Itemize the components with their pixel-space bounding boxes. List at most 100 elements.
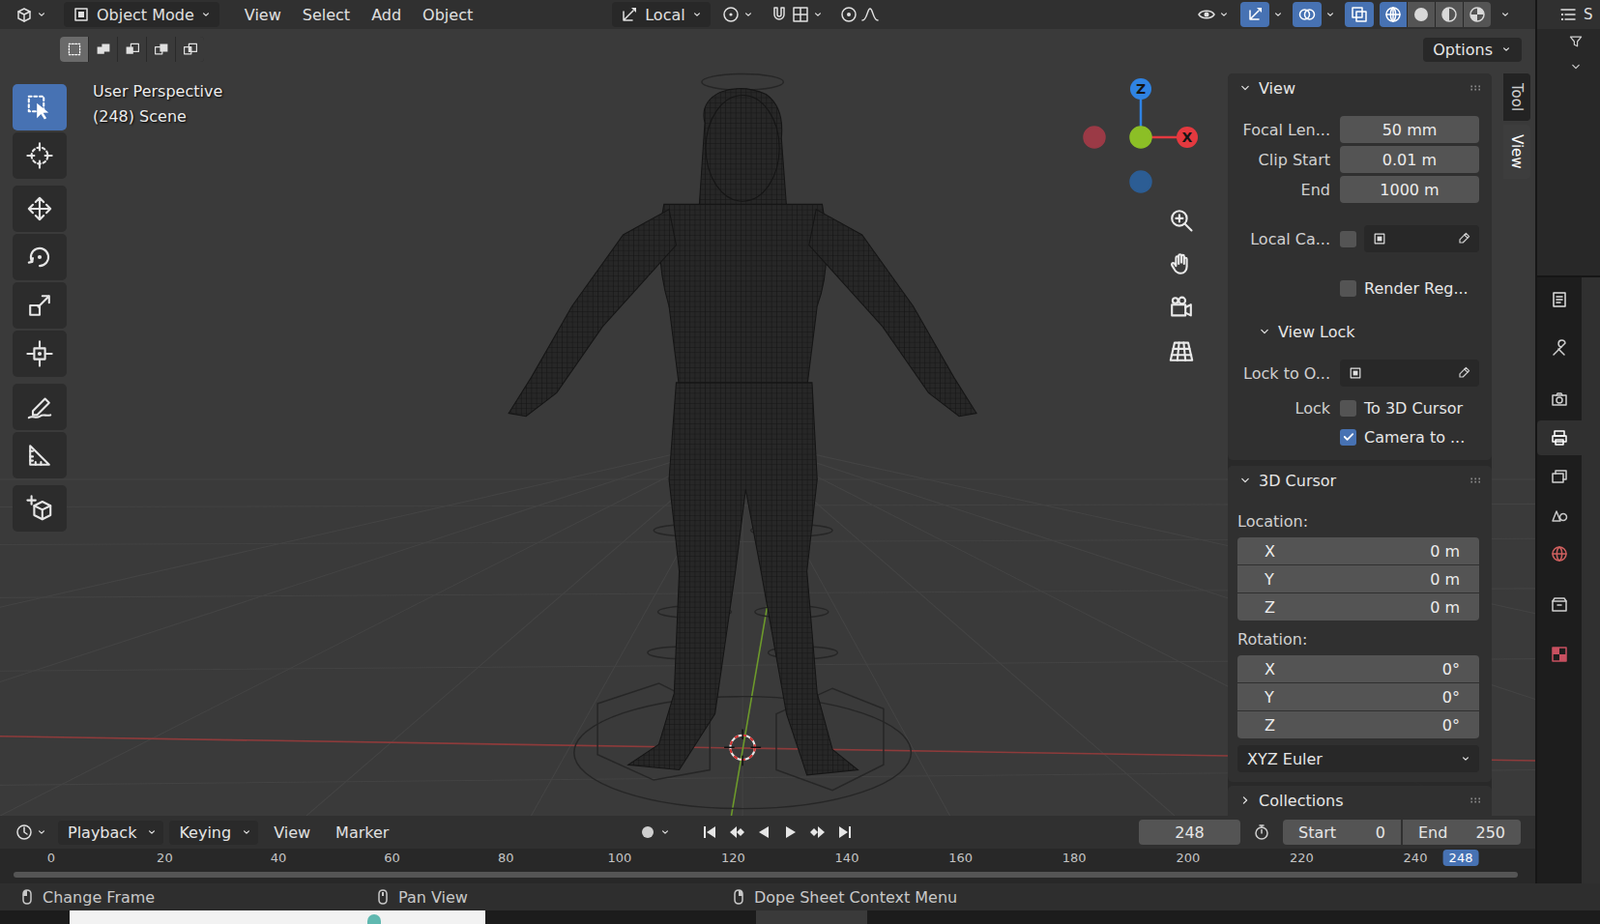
3d-viewport[interactable]: OptionsUser Perspective(248) SceneZXView… bbox=[0, 29, 1536, 816]
visibility-dropdown[interactable] bbox=[1192, 1, 1235, 28]
select-mode-button[interactable] bbox=[175, 36, 204, 62]
menu-item[interactable]: Marker bbox=[325, 820, 399, 845]
taskbar-item[interactable] bbox=[69, 910, 486, 924]
navigation-gizmo[interactable]: ZX bbox=[1063, 73, 1209, 196]
panel-header[interactable]: View bbox=[1227, 73, 1492, 103]
gizmo-toggle[interactable] bbox=[1240, 1, 1270, 28]
gizmo-axis[interactable] bbox=[1083, 126, 1106, 148]
playback-button[interactable] bbox=[778, 819, 804, 845]
navigation-button[interactable] bbox=[1163, 246, 1199, 282]
object-field[interactable] bbox=[1339, 359, 1480, 387]
current-frame-field[interactable]: 248 bbox=[1138, 819, 1241, 845]
scrollbar[interactable] bbox=[13, 872, 1518, 878]
number-field[interactable]: 1000 m bbox=[1339, 175, 1480, 204]
number-field[interactable]: Z0° bbox=[1237, 711, 1480, 739]
mode-dropdown[interactable]: Object Mode bbox=[63, 1, 220, 28]
sidebar-tab[interactable]: View bbox=[1503, 124, 1531, 179]
tool-button[interactable] bbox=[12, 84, 67, 131]
subpanel-header[interactable]: View Lock bbox=[1227, 318, 1492, 346]
select-mode-button[interactable] bbox=[59, 36, 88, 62]
menu-item[interactable]: View bbox=[263, 820, 320, 845]
pivot-dropdown[interactable] bbox=[716, 1, 759, 28]
tool-button[interactable] bbox=[12, 485, 67, 532]
tool-button[interactable] bbox=[12, 383, 67, 431]
proportional-toggle[interactable] bbox=[834, 1, 885, 28]
select-mode-button[interactable] bbox=[117, 36, 146, 62]
properties-tab[interactable] bbox=[1537, 497, 1582, 533]
frame-ruler[interactable]: 020406080100120140160180200220240248 bbox=[0, 848, 1536, 884]
armature[interactable] bbox=[574, 73, 912, 809]
properties-tab[interactable] bbox=[1537, 420, 1582, 456]
tool-button[interactable] bbox=[12, 330, 67, 378]
shading-dropdown[interactable] bbox=[1496, 1, 1514, 28]
options-dropdown[interactable]: Options bbox=[1423, 37, 1522, 62]
xray-toggle[interactable] bbox=[1344, 1, 1374, 28]
playback-button[interactable] bbox=[751, 819, 777, 845]
navigation-button[interactable] bbox=[1163, 203, 1199, 238]
number-field[interactable]: 50 mm bbox=[1339, 116, 1480, 144]
3d-cursor[interactable] bbox=[724, 728, 761, 766]
tool-button[interactable] bbox=[12, 282, 67, 329]
playback-button[interactable] bbox=[724, 819, 750, 845]
playback-button[interactable] bbox=[805, 819, 831, 845]
menu-item[interactable]: Add bbox=[361, 2, 411, 28]
panel-header[interactable]: 3D Cursor bbox=[1227, 465, 1492, 495]
number-field[interactable]: X0 m bbox=[1237, 537, 1480, 565]
number-field[interactable]: Z0 m bbox=[1237, 593, 1480, 621]
properties-tab[interactable] bbox=[1537, 381, 1582, 417]
playhead[interactable]: 248 bbox=[1443, 849, 1480, 867]
end-frame-field[interactable]: End250 bbox=[1402, 819, 1521, 845]
tool-button[interactable] bbox=[12, 132, 67, 179]
snap-toggle[interactable] bbox=[764, 1, 829, 28]
select-mode-button[interactable] bbox=[88, 36, 117, 62]
properties-tab[interactable] bbox=[1537, 459, 1582, 495]
gizmo-axis[interactable]: X bbox=[1176, 126, 1198, 148]
object-field[interactable] bbox=[1364, 225, 1480, 253]
tool-button[interactable] bbox=[12, 185, 67, 233]
tool-button[interactable] bbox=[12, 432, 67, 479]
panel-header[interactable]: Collections bbox=[1227, 785, 1492, 815]
shading-button[interactable] bbox=[1435, 1, 1463, 28]
gizmo-axis[interactable] bbox=[1130, 126, 1152, 148]
playback-button[interactable] bbox=[832, 819, 858, 845]
overlay-dropdown[interactable] bbox=[1321, 1, 1339, 28]
properties-tab[interactable] bbox=[1537, 637, 1582, 672]
timeline-dropdown[interactable]: Keying bbox=[169, 820, 259, 845]
timeline-dropdown[interactable]: Playback bbox=[58, 820, 164, 845]
checkbox[interactable] bbox=[1339, 280, 1357, 297]
properties-tab[interactable] bbox=[1537, 331, 1582, 367]
sidebar-tab[interactable]: Tool bbox=[1503, 73, 1531, 121]
gizmo-axis[interactable]: Z bbox=[1130, 78, 1152, 100]
number-field[interactable]: Y0° bbox=[1237, 683, 1480, 711]
editor-type-button[interactable] bbox=[9, 1, 53, 28]
menu-item[interactable]: Select bbox=[292, 2, 360, 28]
navigation-button[interactable] bbox=[1163, 290, 1199, 325]
menu-item[interactable]: Object bbox=[412, 2, 483, 28]
select-mode-button[interactable] bbox=[146, 36, 175, 62]
editor-type-button[interactable] bbox=[9, 819, 53, 845]
start-frame-field[interactable]: Start0 bbox=[1282, 819, 1401, 845]
shading-button[interactable] bbox=[1463, 1, 1491, 28]
overlay-toggle[interactable] bbox=[1292, 1, 1322, 28]
auto-keying-toggle[interactable] bbox=[633, 819, 676, 845]
number-field[interactable]: X0° bbox=[1237, 655, 1480, 683]
shading-button[interactable] bbox=[1407, 1, 1435, 28]
navigation-button[interactable] bbox=[1163, 333, 1199, 369]
playback-button[interactable] bbox=[697, 819, 723, 845]
properties-tab[interactable] bbox=[1537, 586, 1582, 622]
shading-button[interactable] bbox=[1379, 1, 1407, 28]
orientation-dropdown[interactable]: Local bbox=[611, 1, 710, 28]
gizmo-dropdown[interactable] bbox=[1269, 1, 1287, 28]
gizmo-axis[interactable] bbox=[1130, 171, 1152, 193]
number-field[interactable]: Y0 m bbox=[1237, 565, 1480, 593]
checkbox[interactable] bbox=[1339, 231, 1357, 248]
character-mesh[interactable] bbox=[508, 88, 977, 776]
taskbar-item[interactable] bbox=[756, 910, 868, 924]
checkbox[interactable] bbox=[1339, 429, 1357, 446]
menu-item[interactable]: View bbox=[234, 2, 291, 28]
tool-button[interactable] bbox=[12, 233, 67, 281]
number-field[interactable]: 0.01 m bbox=[1339, 145, 1480, 174]
rotation-mode-dropdown[interactable]: XYZ Euler bbox=[1237, 745, 1480, 773]
checkbox[interactable] bbox=[1339, 400, 1357, 417]
properties-tab[interactable] bbox=[1537, 536, 1582, 572]
